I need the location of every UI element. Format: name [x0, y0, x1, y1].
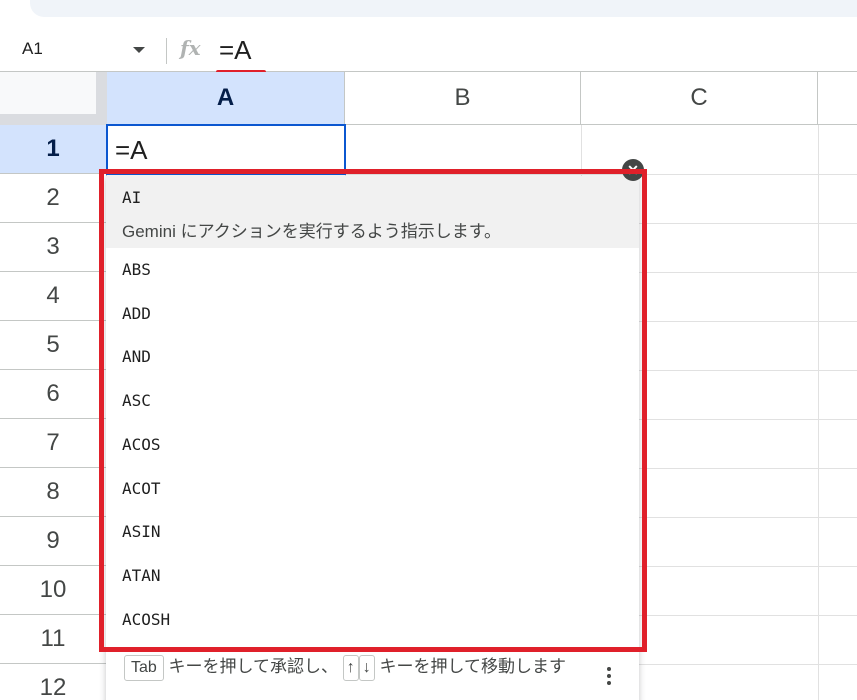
row-header-11[interactable]: 11 — [0, 615, 107, 664]
top-bar-background — [30, 0, 857, 17]
hint-text-accept: キーを押して承認し、 — [168, 657, 339, 676]
spreadsheet-window: A1 fx =A A B C 1 2 3 4 5 6 7 8 9 10 11 1… — [0, 0, 857, 700]
row-header-7[interactable]: 7 — [0, 419, 107, 468]
autocomplete-footer: Tab キーを押して承認し、 ↑ ↓ キーを押して移動します — [106, 648, 639, 700]
top-strip — [0, 0, 857, 30]
name-box[interactable]: A1 — [22, 39, 43, 59]
row-header-5[interactable]: 5 — [0, 321, 107, 370]
cell-a1-value: =A — [115, 135, 148, 165]
row-header-9[interactable]: 9 — [0, 517, 107, 566]
active-cell-a1[interactable]: =A — [106, 124, 346, 175]
tab-key: Tab — [124, 655, 164, 681]
row-header-12[interactable]: 12 — [0, 664, 107, 700]
row-header-6[interactable]: 6 — [0, 370, 107, 419]
formula-bar: A1 fx =A — [0, 30, 857, 75]
column-header-c[interactable]: C — [581, 72, 818, 125]
column-header-a[interactable]: A — [107, 72, 345, 125]
row-header-1[interactable]: 1 — [0, 125, 107, 174]
column-header-d[interactable] — [818, 72, 857, 125]
fx-icon: fx — [180, 36, 201, 60]
gridline — [818, 125, 819, 700]
more-options-icon[interactable] — [606, 667, 612, 689]
hint-text-move: キーを押して移動します — [379, 657, 567, 676]
row-header-8[interactable]: 8 — [0, 468, 107, 517]
chevron-down-icon[interactable] — [133, 47, 145, 53]
formula-input[interactable]: =A — [219, 35, 252, 66]
row-header-10[interactable]: 10 — [0, 566, 107, 615]
freeze-handle-horizontal[interactable] — [0, 114, 107, 125]
row-header-4[interactable]: 4 — [0, 272, 107, 321]
annotation-highlight-box — [99, 169, 647, 652]
column-header-b[interactable]: B — [345, 72, 581, 125]
autocomplete-hint: Tab キーを押して承認し、 ↑ ↓ キーを押して移動します — [124, 655, 594, 681]
divider — [166, 38, 167, 64]
arrow-up-icon: ↑ — [342, 655, 359, 681]
row-header-3[interactable]: 3 — [0, 223, 107, 272]
row-header-2[interactable]: 2 — [0, 174, 107, 223]
arrow-down-icon: ↓ — [358, 655, 375, 681]
